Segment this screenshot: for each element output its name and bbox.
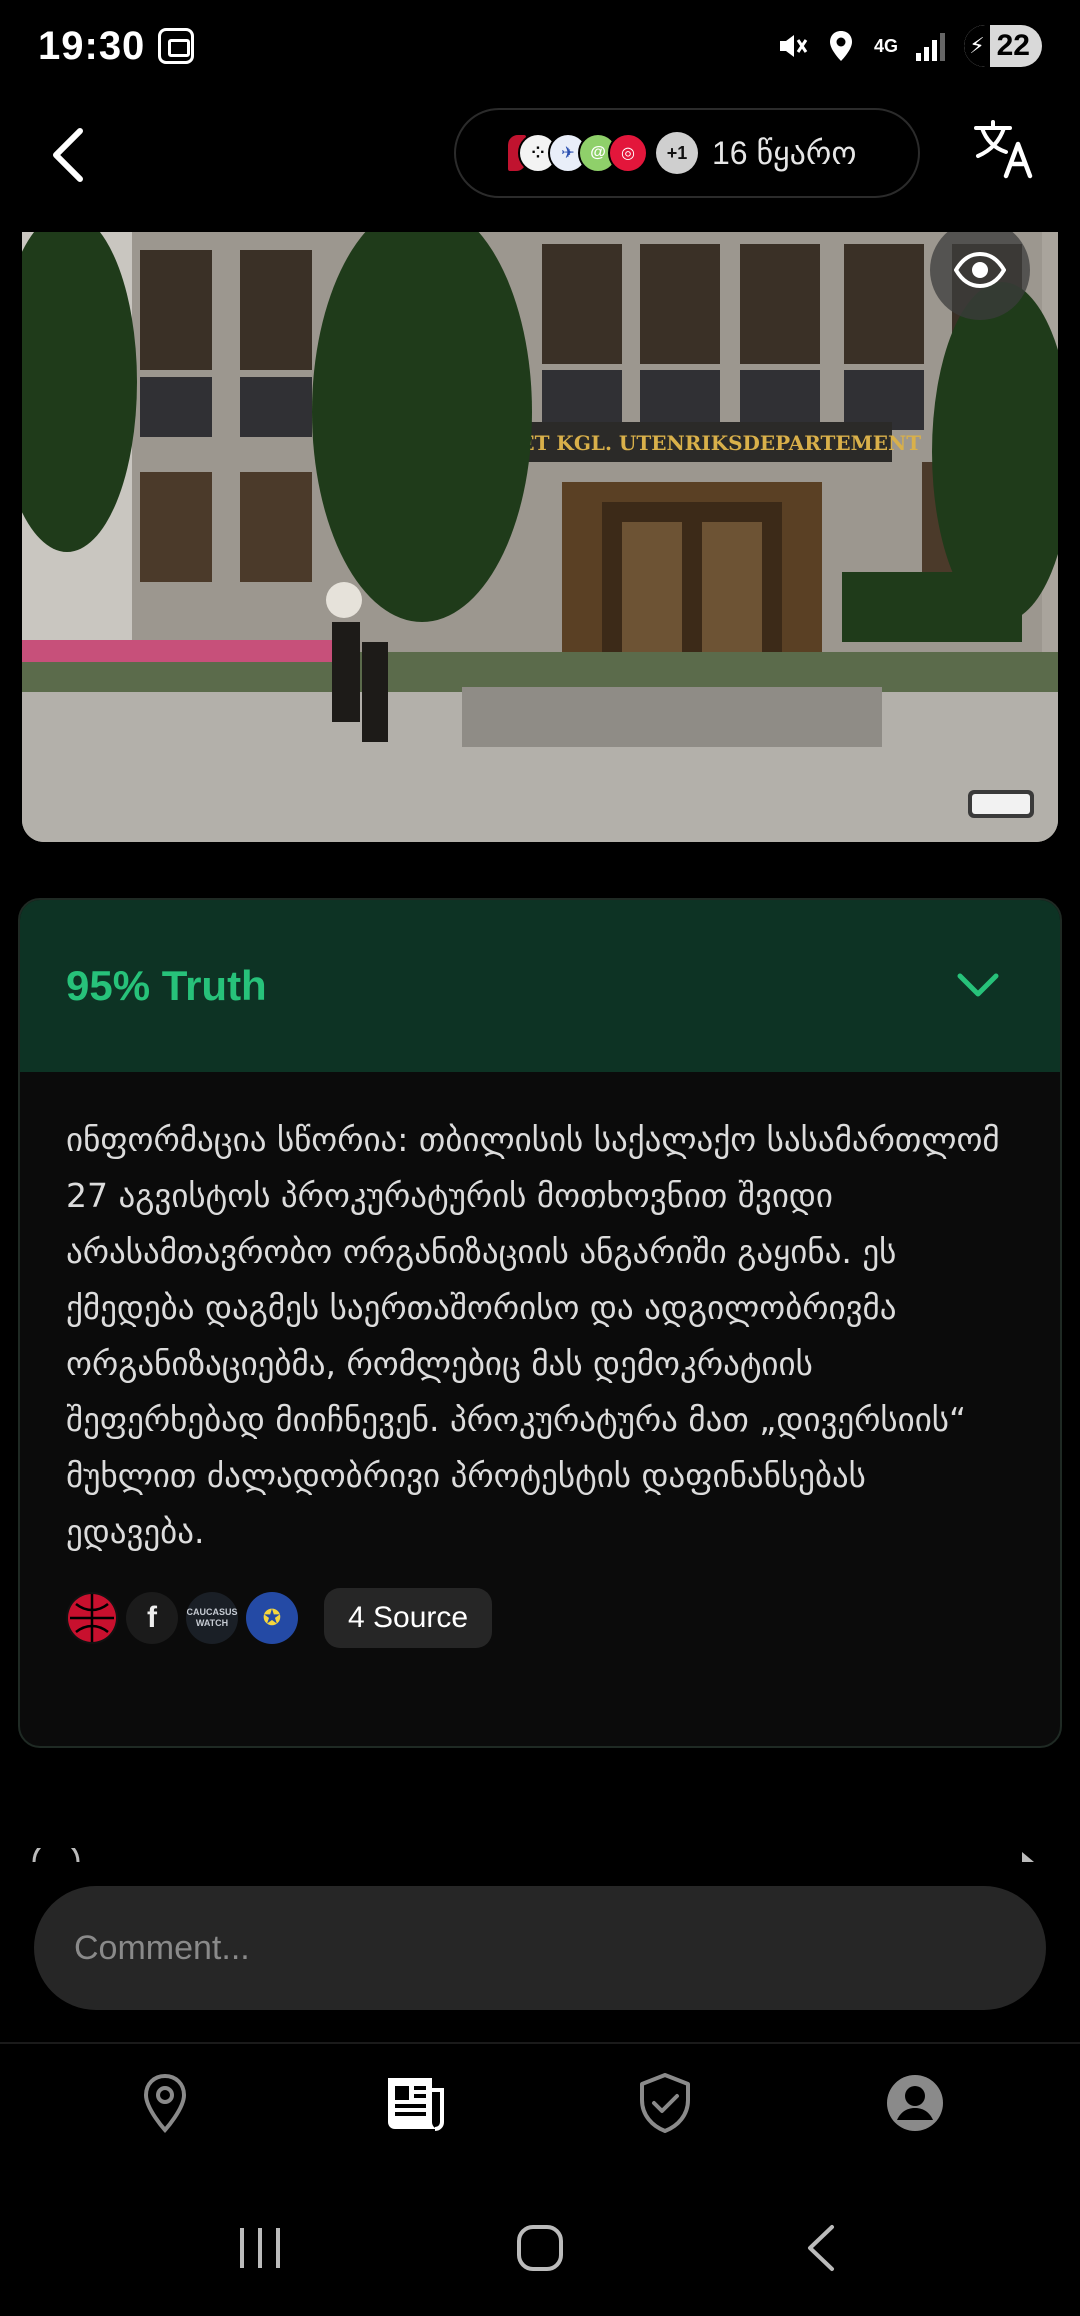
building-sign: DET KGL. UTENRIKSDEPARTEMENT <box>502 431 921 455</box>
status-icons: 4G ⚡ 22 <box>774 22 1042 70</box>
chevron-down-icon <box>957 973 999 997</box>
location-icon <box>824 29 858 63</box>
network-type: 4G <box>873 36 898 56</box>
system-back-button[interactable] <box>760 2208 880 2288</box>
sources-button[interactable]: ⁘ ✈ @ ◎ +1 16 წყარო <box>454 108 920 198</box>
comment-input[interactable] <box>74 1928 974 1968</box>
sources-count: 16 წყარო <box>712 135 857 171</box>
fact-check-card: 95% Truth ინფორმაცია სწორია: თბილისის სა… <box>18 898 1062 1748</box>
chevron-left-icon <box>53 128 83 182</box>
bottom-navigation <box>0 2042 1080 2162</box>
fact-check-text: ინფორმაცია სწორია: თბილისის საქალაქო სას… <box>66 1120 1000 1551</box>
translate-button[interactable] <box>970 114 1040 184</box>
top-bar: ⁘ ✈ @ ◎ +1 16 წყარო <box>0 100 1080 210</box>
next-section-edge <box>0 1838 1080 1864</box>
source-logo-caucasus: CAUCASUS WATCH <box>186 1592 238 1644</box>
charging-icon: ⚡ <box>964 25 990 67</box>
recent-apps-button[interactable] <box>200 2208 320 2288</box>
battery-level: 22 <box>996 29 1030 62</box>
account-icon <box>887 2075 943 2131</box>
location-pin-icon <box>143 2073 187 2133</box>
eye-icon <box>954 252 1006 288</box>
source-logo-5: ◎ <box>608 133 648 173</box>
nav-map[interactable] <box>105 2053 225 2153</box>
nav-news[interactable] <box>355 2053 475 2153</box>
image-badge <box>968 790 1034 818</box>
sources-more-badge: +1 <box>656 132 698 174</box>
battery-indicator: ⚡ 22 <box>964 25 1042 67</box>
comment-box[interactable] <box>34 1886 1046 2010</box>
status-bar: 19:30 4G ⚡ 22 <box>0 0 1080 92</box>
nav-profile[interactable] <box>855 2053 975 2153</box>
source-logo-coe: ✪ <box>246 1592 298 1644</box>
source-count-chip[interactable]: 4 Source <box>324 1588 493 1648</box>
card-sources-row[interactable]: f CAUCASUS WATCH ✪ 4 Source <box>66 1588 1014 1648</box>
back-button[interactable] <box>38 120 98 190</box>
nav-verify[interactable] <box>605 2053 725 2153</box>
newspaper-icon <box>388 2078 444 2131</box>
system-navigation <box>0 2180 1080 2316</box>
translate-icon <box>974 120 1033 179</box>
back-arrow-icon <box>808 2225 834 2271</box>
home-icon <box>517 2225 563 2271</box>
source-logo-f: f <box>126 1592 178 1644</box>
building-photo: DET KGL. UTENRIKSDEPARTEMENT <box>22 232 1058 842</box>
source-logo-globe <box>66 1592 118 1644</box>
article-image: DET KGL. UTENRIKSDEPARTEMENT <box>22 232 1058 842</box>
truth-score: 95% Truth <box>66 962 267 1009</box>
screenshot-icon <box>158 28 194 64</box>
fact-check-header[interactable]: 95% Truth <box>20 900 1060 1072</box>
shield-check-icon <box>640 2073 690 2133</box>
home-button[interactable] <box>480 2208 600 2288</box>
status-time: 19:30 <box>38 24 146 68</box>
mute-vibrate-icon <box>774 29 808 63</box>
signal-icon <box>914 29 948 63</box>
recent-apps-icon <box>240 2228 280 2268</box>
